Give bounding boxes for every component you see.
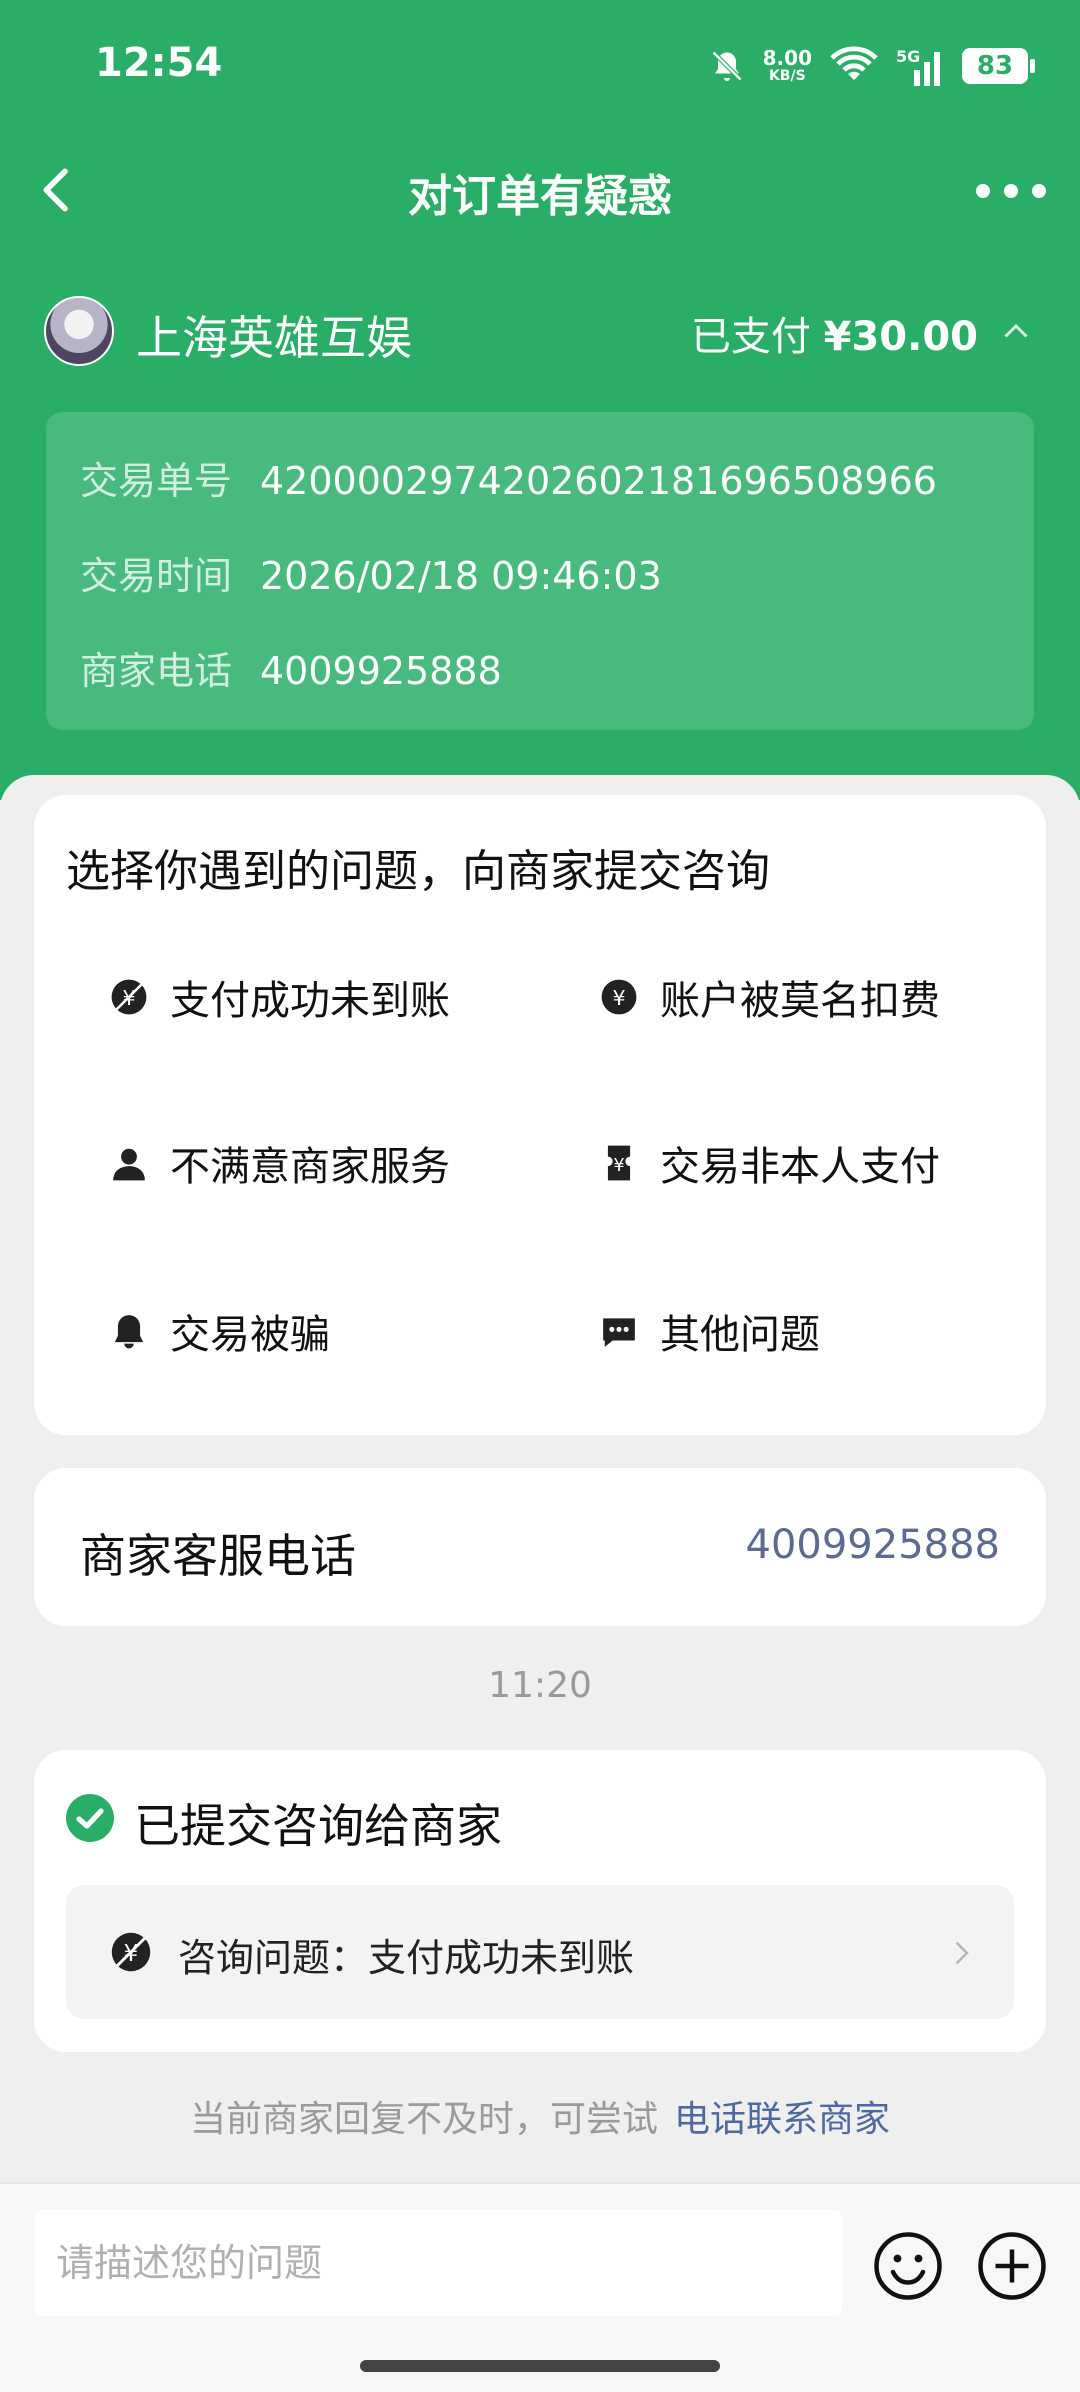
- signal-5g-icon: 5G: [896, 47, 940, 86]
- network-speed: 8.00 KB/S: [763, 48, 812, 84]
- detail-value: 4009925888: [260, 649, 502, 693]
- message-timestamp: 11:20: [488, 1665, 592, 1706]
- reply-hint-text: 当前商家回复不及时，可尝试: [189, 2099, 658, 2140]
- transaction-details: 交易单号 4200002974202602181696508966 交易时间 202…: [46, 412, 1034, 730]
- service-phone-label: 商家客服电话: [80, 1529, 356, 1583]
- more-icon[interactable]: [976, 166, 1046, 216]
- submitted-question-row[interactable]: ¥ 咨询问题：支付成功未到账: [66, 1885, 1014, 2019]
- issue-option-label: 其他问题: [660, 1312, 820, 1358]
- mute-icon: [711, 50, 742, 82]
- nav-bar: 对订单有疑惑: [0, 140, 1080, 240]
- detail-key: 交易时间: [80, 554, 233, 598]
- chat-dots-icon: [600, 1312, 638, 1350]
- plus-icon[interactable]: [976, 2230, 1048, 2302]
- yen-circle-icon: ¥: [600, 978, 638, 1016]
- status-time: 12:54: [95, 40, 223, 86]
- detail-key: 商家电话: [80, 649, 233, 693]
- merchant-name: 上海英雄互娱: [136, 311, 412, 365]
- person-icon: [110, 1144, 148, 1182]
- status-bar: 12:54 8.00 KB/S 5G 83: [0, 0, 1080, 130]
- issue-card-title: 选择你遇到的问题，向商家提交咨询: [66, 846, 770, 897]
- page-title: 对订单有疑惑: [408, 171, 672, 222]
- issue-option-unsatisfied-service[interactable]: 不满意商家服务: [110, 1133, 450, 1193]
- merchant-avatar: [44, 296, 114, 366]
- chevron-up-icon[interactable]: [998, 314, 1034, 350]
- issue-option-label: 账户被莫名扣费: [660, 978, 940, 1024]
- bell-icon: [110, 1312, 148, 1350]
- question-input[interactable]: [34, 2210, 842, 2316]
- merchant-row[interactable]: 上海英雄互娱 已支付 ¥30.00: [44, 296, 1034, 368]
- issue-option-label: 支付成功未到账: [170, 978, 450, 1024]
- submission-title: 已提交咨询给商家: [134, 1799, 502, 1853]
- service-phone-card[interactable]: 商家客服电话 4009925888: [34, 1468, 1046, 1626]
- wifi-icon: [830, 46, 878, 80]
- call-merchant-link[interactable]: 电话联系商家: [674, 2099, 890, 2140]
- emoji-icon[interactable]: [872, 2230, 944, 2302]
- more-dot: [1032, 184, 1046, 198]
- detail-value: 2026/02/18 09:46:03: [260, 554, 662, 598]
- home-indicator[interactable]: [360, 2360, 720, 2372]
- detail-order-number: 交易单号 4200002974202602181696508966: [80, 450, 937, 505]
- issue-option-unexpected-charge[interactable]: ¥ 账户被莫名扣费: [600, 967, 940, 1027]
- detail-value: 4200002974202602181696508966: [260, 459, 937, 503]
- more-dot: [976, 184, 990, 198]
- submitted-question-text: 咨询问题：支付成功未到账: [178, 1936, 635, 1980]
- paid-amount: 已支付 ¥30.00: [691, 304, 978, 362]
- paid-label: 已支付: [690, 314, 811, 360]
- detail-phone: 商家电话 4009925888: [80, 640, 502, 695]
- ticket-yen-icon: ¥: [600, 1144, 638, 1182]
- issue-card: 选择你遇到的问题，向商家提交咨询 ¥ 支付成功未到账 ¥ 账户被莫名扣费 不满意…: [34, 795, 1046, 1435]
- net-speed-unit: KB/S: [768, 68, 806, 84]
- reply-hint: 当前商家回复不及时，可尝试 电话联系商家: [0, 2090, 1080, 2142]
- net-speed-value: 8.00: [762, 46, 812, 70]
- issue-option-label: 不满意商家服务: [170, 1144, 450, 1190]
- svg-text:5G: 5G: [896, 47, 920, 66]
- amount-value: ¥30.00: [823, 314, 978, 360]
- submission-card: 已提交咨询给商家 ¥ 咨询问题：支付成功未到账: [34, 1750, 1046, 2052]
- issue-option-label: 交易被骗: [170, 1312, 330, 1358]
- yen-slash-icon: ¥: [110, 978, 148, 1016]
- issue-option-label: 交易非本人支付: [660, 1144, 940, 1190]
- chevron-right-icon: [955, 1941, 969, 1965]
- issue-option-scammed[interactable]: 交易被骗: [110, 1301, 330, 1361]
- svg-text:¥: ¥: [612, 986, 625, 1010]
- yen-slash-icon: ¥: [111, 1932, 151, 1972]
- detail-key: 交易单号: [80, 459, 233, 503]
- issue-option-other[interactable]: 其他问题: [600, 1301, 820, 1361]
- issue-option-payment-not-received[interactable]: ¥ 支付成功未到账: [110, 967, 450, 1027]
- status-icons: 8.00 KB/S 5G 83: [709, 40, 1035, 92]
- issue-option-not-self-paid[interactable]: ¥ 交易非本人支付: [600, 1133, 940, 1193]
- svg-text:¥: ¥: [613, 1156, 624, 1176]
- more-dot: [1004, 184, 1018, 198]
- check-circle-icon: [66, 1794, 114, 1842]
- detail-time: 交易时间 2026/02/18 09:46:03: [80, 545, 662, 600]
- battery-icon: 83: [962, 48, 1035, 84]
- service-phone-number[interactable]: 4009925888: [746, 1522, 1001, 1568]
